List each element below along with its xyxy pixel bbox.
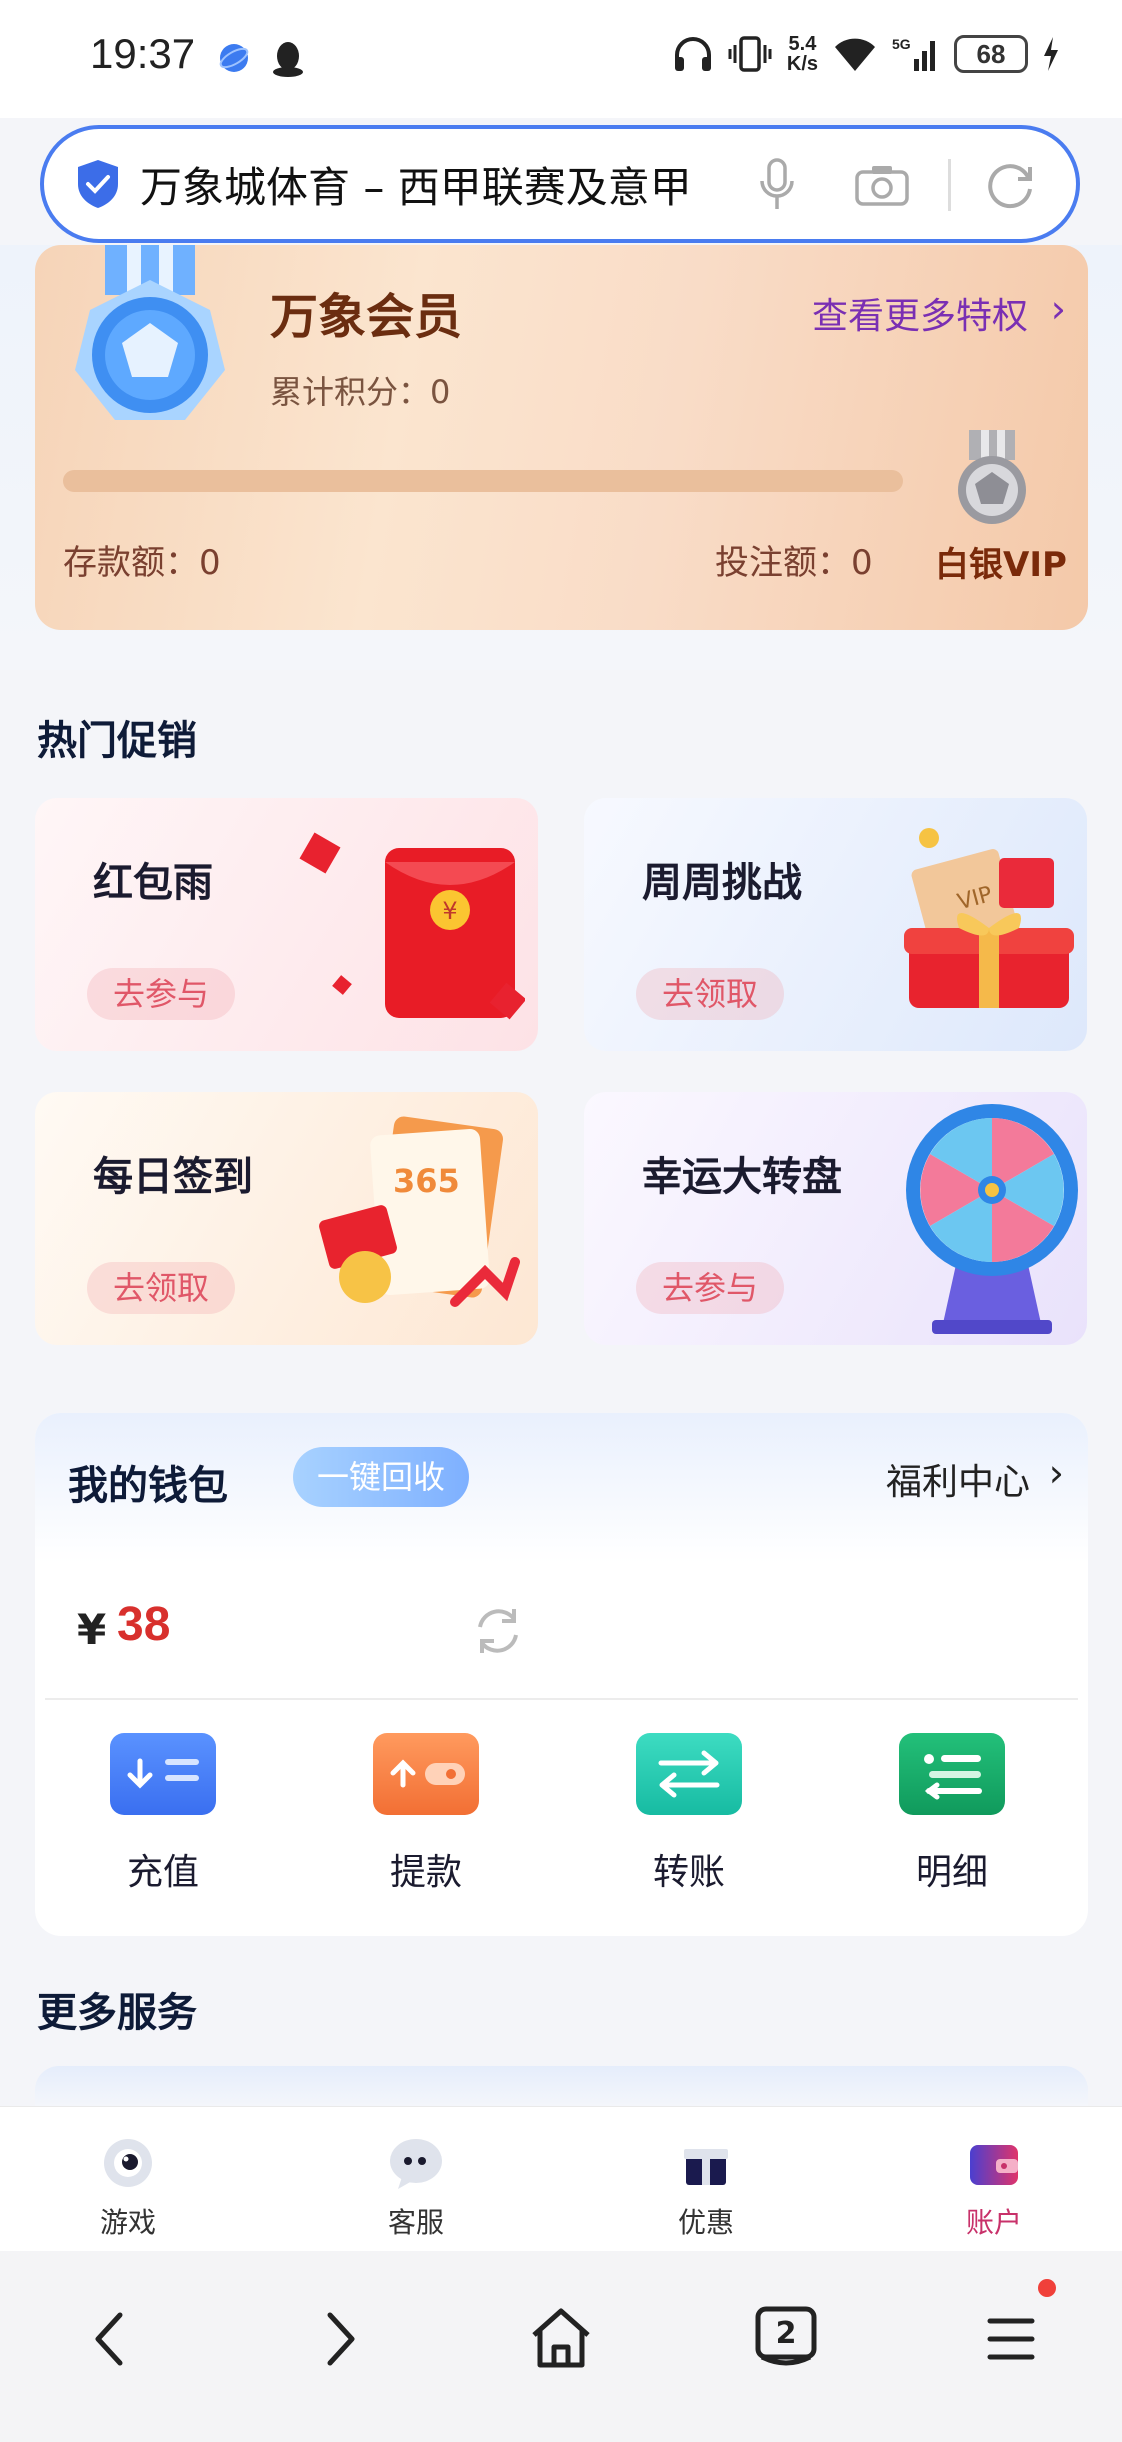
status-time: 19:37 (90, 30, 196, 77)
withdraw-label: 提款 (389, 1852, 462, 1893)
details-button[interactable]: 明细 (862, 1733, 1042, 1895)
promo-card-red-packet[interactable]: 红包雨 去参与 ¥ (35, 798, 538, 1051)
promo-card-daily-checkin[interactable]: 每日签到 去领取 365 (35, 1092, 538, 1345)
tabs-icon[interactable]: 2 (754, 2305, 818, 2371)
red-envelope-icon: ¥ (299, 832, 525, 1020)
promo-join-button[interactable]: 去参与 (87, 968, 236, 1020)
accumulated-points: 累计积分：0 (270, 373, 451, 411)
promo-title: 幸运大转盘 (642, 1154, 842, 1200)
address-divider (948, 159, 951, 211)
promo-claim-button[interactable]: 去领取 (636, 968, 785, 1020)
qq-icon (273, 42, 303, 77)
browser-nav-bar: 2 (0, 2251, 1122, 2442)
promo-card-weekly-challenge[interactable]: 周周挑战 去领取 VIP (584, 798, 1087, 1051)
tab-account[interactable]: 账户 (924, 2135, 1064, 2241)
address-bar[interactable]: 万象城体育 – 西甲联赛及意甲 (40, 125, 1080, 243)
tab-label: 优惠 (677, 2206, 734, 2239)
chevron-right-icon[interactable]: › (1051, 287, 1066, 331)
tab-label: 账户 (965, 2206, 1022, 2239)
shield-icon (78, 160, 118, 208)
wallet-title: 我的钱包 (68, 1463, 228, 1509)
promo-card-lucky-wheel[interactable]: 幸运大转盘 去参与 (584, 1092, 1087, 1345)
address-text[interactable]: 万象城体育 – 西甲联赛及意甲 (140, 154, 710, 215)
promo-title: 每日签到 (93, 1154, 253, 1200)
gold-medal-icon (75, 245, 225, 420)
network-speed: 5.4 K/s (786, 33, 818, 75)
details-icon (899, 1733, 1005, 1815)
bottom-tab-bar: 游戏 客服 优惠 账户 (0, 2106, 1122, 2251)
vip-gift-icon: VIP (904, 828, 1074, 1008)
wifi-icon (835, 38, 875, 71)
menu-icon[interactable] (984, 2307, 1040, 2367)
more-privileges-link[interactable]: 查看更多特权 (812, 287, 1028, 339)
promo-join-button[interactable]: 去参与 (636, 1262, 785, 1314)
vip-level: 白银VIP (935, 545, 1067, 585)
svg-text:5G: 5G (892, 36, 911, 52)
deposit-icon (110, 1733, 216, 1815)
gift-icon (678, 2135, 734, 2191)
deposit-label: 充值 (126, 1852, 199, 1893)
wallet-divider (45, 1698, 1078, 1700)
home-icon[interactable] (528, 2305, 594, 2371)
back-icon[interactable] (88, 2309, 132, 2369)
prize-wheel-icon (906, 1104, 1078, 1334)
tab-promotions[interactable]: 优惠 (636, 2135, 776, 2241)
promo-claim-button[interactable]: 去领取 (87, 1262, 236, 1314)
vip-progress-bar (63, 470, 903, 492)
promo-title: 红包雨 (93, 860, 213, 906)
tab-games[interactable]: 游戏 (58, 2135, 198, 2241)
wallet-card: 我的钱包 一键回收 福利中心 › ¥ 38 充值 提款 转账 明细 (35, 1413, 1088, 1936)
tab-label: 客服 (387, 2206, 444, 2239)
battery-indicator: 68 (954, 35, 1028, 73)
signal-icon: 5G (892, 36, 935, 71)
bet-amount: 投注额：0 (715, 543, 873, 583)
charging-icon (1044, 37, 1058, 71)
member-title: 万象会员 (270, 289, 463, 345)
refresh-balance-icon[interactable] (470, 1603, 526, 1659)
deposit-amount: 存款额：0 (63, 543, 221, 583)
more-services-title: 更多服务 (37, 1990, 197, 2036)
camera-icon[interactable] (854, 163, 910, 207)
wallet-icon (966, 2135, 1022, 2191)
tab-count: 2 (776, 2316, 797, 2351)
one-click-recycle-button[interactable]: 一键回收 (293, 1447, 469, 1507)
deposit-button[interactable]: 充值 (73, 1733, 253, 1895)
headphones-icon (674, 37, 711, 71)
forward-icon[interactable] (318, 2309, 362, 2369)
status-bar: 19:37 5.4 K/s 5G 68 (0, 0, 1122, 118)
withdraw-icon (373, 1733, 479, 1815)
chevron-right-icon[interactable]: › (1049, 1451, 1064, 1495)
vibrate-icon (728, 36, 772, 72)
promotions-title: 热门促销 (37, 718, 197, 764)
welfare-center-link[interactable]: 福利中心 (886, 1453, 1030, 1505)
silver-badge-icon (958, 430, 1026, 524)
currency-symbol: ¥ (77, 1605, 107, 1654)
svg-text:¥: ¥ (442, 897, 457, 925)
tab-label: 游戏 (99, 2206, 156, 2239)
wallet-balance: 38 (117, 1598, 171, 1651)
notification-dot (1038, 2279, 1056, 2297)
services-panel (35, 2066, 1088, 2106)
mic-icon[interactable] (757, 157, 797, 213)
promo-title: 周周挑战 (642, 860, 802, 906)
tab-customer-service[interactable]: 客服 (346, 2135, 486, 2241)
svg-text:365: 365 (393, 1162, 460, 1200)
transfer-button[interactable]: 转账 (599, 1733, 779, 1895)
calendar-icon: 365 (319, 1116, 520, 1307)
transfer-label: 转账 (652, 1852, 725, 1893)
member-card[interactable]: 万象会员 累计积分：0 查看更多特权 › 存款额：0 投注额：0 白银VIP (35, 245, 1088, 630)
games-icon (100, 2135, 156, 2191)
transfer-icon (636, 1733, 742, 1815)
refresh-icon[interactable] (984, 159, 1036, 211)
details-label: 明细 (915, 1852, 988, 1893)
chat-icon (388, 2135, 444, 2191)
withdraw-button[interactable]: 提款 (336, 1733, 516, 1895)
browser-app-icon (219, 44, 249, 72)
